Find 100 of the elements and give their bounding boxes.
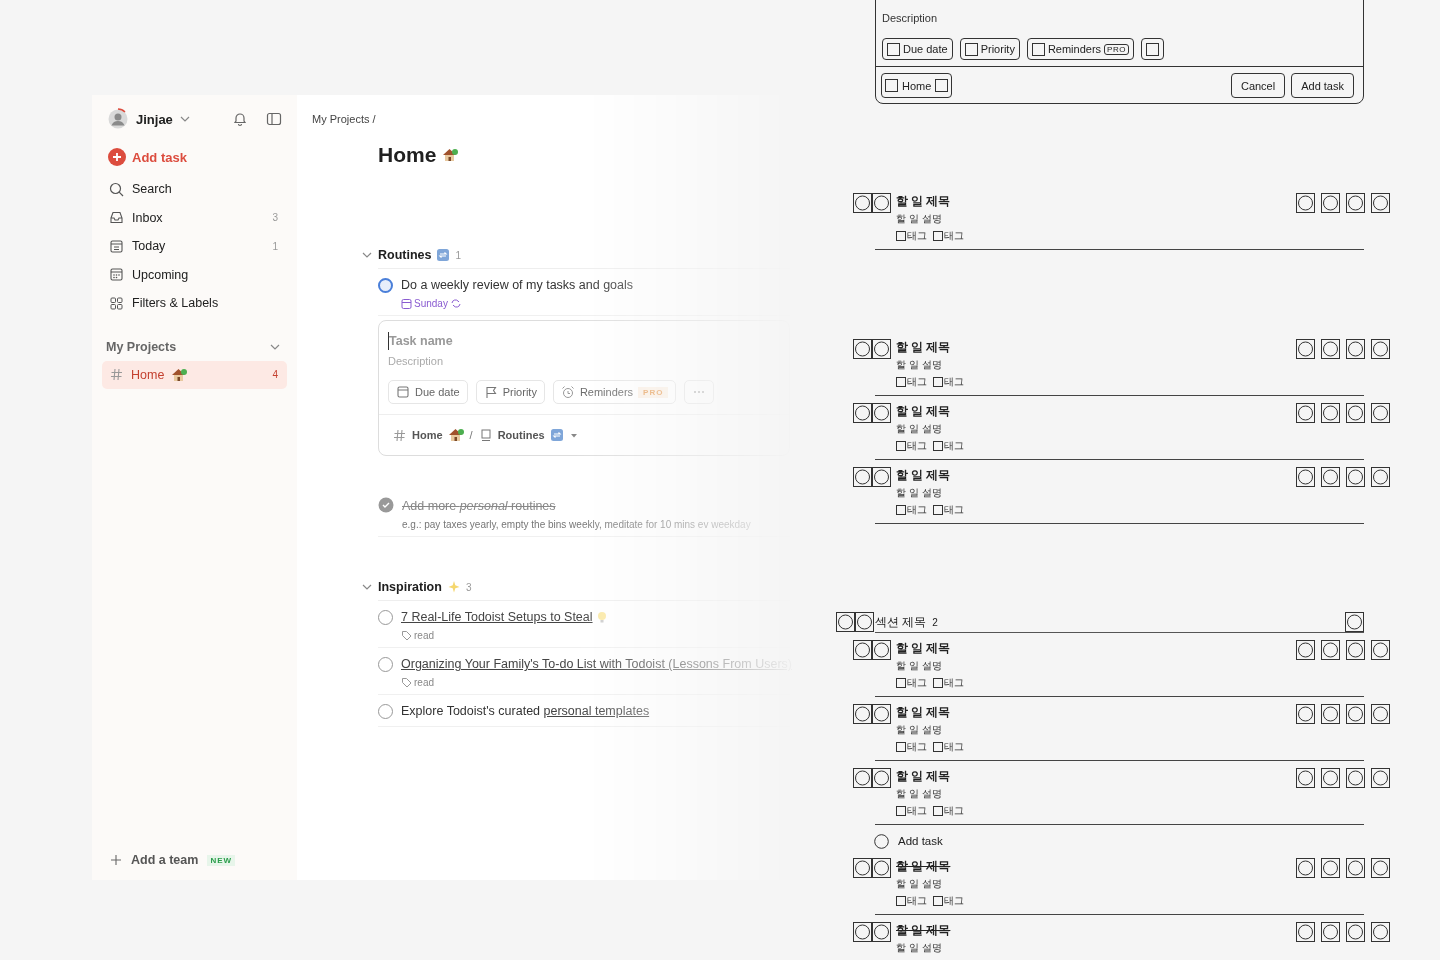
description-field[interactable]: Description xyxy=(388,353,588,369)
square-icon xyxy=(896,742,906,752)
section-heading: My Projects xyxy=(106,339,177,354)
placeholder-icon[interactable] xyxy=(872,922,891,942)
placeholder-icon[interactable] xyxy=(872,640,891,660)
placeholder-icon[interactable] xyxy=(1371,704,1390,724)
placeholder-icon[interactable] xyxy=(1346,339,1365,359)
placeholder-icon[interactable] xyxy=(872,768,891,788)
placeholder-icon[interactable] xyxy=(1371,403,1390,423)
placeholder-icon[interactable] xyxy=(1346,704,1365,724)
chip-button[interactable]: Due date xyxy=(882,38,953,60)
placeholder-icon[interactable] xyxy=(1296,922,1315,942)
placeholder-icon[interactable] xyxy=(1321,403,1340,423)
placeholder-icon[interactable] xyxy=(853,858,872,878)
nav-item[interactable]: Filters & Labels xyxy=(102,289,287,318)
placeholder-icon[interactable] xyxy=(853,467,872,487)
breadcrumb[interactable]: My Projects / xyxy=(312,111,800,127)
project-item[interactable]: Home 4 xyxy=(102,360,287,389)
placeholder-icon[interactable] xyxy=(1371,858,1390,878)
add-team-button[interactable]: Add a team NEW xyxy=(102,850,287,870)
placeholder-icon[interactable] xyxy=(1321,768,1340,788)
placeholder-icon[interactable] xyxy=(1321,858,1340,878)
description-field[interactable]: Description xyxy=(882,11,1024,25)
placeholder-icon[interactable] xyxy=(1346,403,1365,423)
placeholder-icon[interactable] xyxy=(872,704,891,724)
nav-item[interactable]: Upcoming xyxy=(102,260,287,289)
placeholder-icon[interactable] xyxy=(1371,768,1390,788)
placeholder-icon[interactable] xyxy=(853,193,872,213)
chip-button[interactable]: Priority xyxy=(475,380,545,404)
placeholder-icon[interactable] xyxy=(1371,922,1390,942)
nav-item[interactable]: Search xyxy=(102,175,287,204)
placeholder-icon[interactable] xyxy=(1321,922,1340,942)
placeholder-icon[interactable] xyxy=(1321,339,1340,359)
placeholder-icon[interactable] xyxy=(1321,467,1340,487)
more-button[interactable] xyxy=(1140,38,1164,60)
placeholder-icon[interactable] xyxy=(1346,858,1365,878)
placeholder-icon[interactable] xyxy=(853,640,872,660)
chip-button[interactable]: Priority xyxy=(959,38,1020,60)
chip-button[interactable]: Reminders PRO xyxy=(552,380,677,404)
nav-item[interactable]: Today 1 xyxy=(102,232,287,261)
task-checkbox[interactable] xyxy=(378,278,393,293)
placeholder-icon[interactable] xyxy=(1346,467,1365,487)
square-icon xyxy=(896,896,906,906)
placeholder-icon[interactable] xyxy=(1346,768,1365,788)
placeholder-icon[interactable] xyxy=(1296,858,1315,878)
placeholder-icon[interactable] xyxy=(855,612,874,632)
placeholder-icon[interactable] xyxy=(872,858,891,878)
task-title: 할 일 제목 xyxy=(896,194,952,209)
placeholder-icon[interactable] xyxy=(1296,768,1315,788)
chip-button[interactable]: Due date xyxy=(388,380,468,404)
placeholder-icon[interactable] xyxy=(1296,640,1315,660)
add-task-button[interactable]: Add task xyxy=(874,831,1392,851)
house-icon xyxy=(447,427,464,443)
placeholder-icon[interactable] xyxy=(1346,640,1365,660)
nav-item[interactable]: Inbox 3 xyxy=(102,203,287,232)
link[interactable]: personal templates xyxy=(543,704,650,718)
checked-circle-icon[interactable] xyxy=(378,497,394,513)
sidebar-toggle-icon[interactable] xyxy=(266,111,282,127)
placeholder-icon[interactable] xyxy=(1296,339,1315,359)
section-title: Routines xyxy=(378,248,432,262)
task-title: Add more personal routines xyxy=(402,498,556,515)
placeholder-icon[interactable] xyxy=(853,922,872,942)
placeholder-icon[interactable] xyxy=(853,768,872,788)
placeholder-icon[interactable] xyxy=(853,704,872,724)
project-picker[interactable]: Home xyxy=(392,423,464,447)
placeholder-icon[interactable] xyxy=(1371,640,1390,660)
task-name-field[interactable]: Task name xyxy=(388,332,588,350)
avatar[interactable] xyxy=(107,108,129,130)
placeholder-icon[interactable] xyxy=(1321,193,1340,213)
add-task-button[interactable]: Add task xyxy=(102,143,287,171)
task-description: 할 일 설명 xyxy=(896,422,943,436)
placeholder-icon[interactable] xyxy=(1296,704,1315,724)
form-button[interactable]: Cancel xyxy=(1230,73,1286,98)
user-menu-button[interactable]: Jinjae xyxy=(129,107,192,131)
project-picker[interactable]: Home xyxy=(881,73,953,98)
placeholder-icon[interactable] xyxy=(1371,339,1390,359)
placeholder-icon[interactable] xyxy=(1296,467,1315,487)
placeholder-icon[interactable] xyxy=(1296,193,1315,213)
count: 1 xyxy=(455,249,462,261)
placeholder-icon[interactable] xyxy=(1346,193,1365,213)
placeholder-icon[interactable] xyxy=(872,339,891,359)
placeholder-icon[interactable] xyxy=(1296,403,1315,423)
placeholder-icon[interactable] xyxy=(1371,467,1390,487)
section-picker[interactable]: Routines xyxy=(478,423,579,447)
placeholder-icon[interactable] xyxy=(1345,612,1364,632)
placeholder-icon[interactable] xyxy=(836,612,855,632)
placeholder-icon[interactable] xyxy=(1371,193,1390,213)
form-button[interactable]: Add task xyxy=(1291,73,1354,98)
placeholder-icon[interactable] xyxy=(1346,922,1365,942)
placeholder-icon[interactable] xyxy=(1321,640,1340,660)
chip-button[interactable]: Reminders PRO xyxy=(1026,38,1134,60)
separator: / xyxy=(469,429,473,441)
task-link[interactable]: 7 Real-Life Todoist Setups to Steal xyxy=(401,608,593,626)
placeholder-icon[interactable] xyxy=(853,403,872,423)
placeholder-icon[interactable] xyxy=(872,193,891,213)
placeholder-icon[interactable] xyxy=(853,339,872,359)
placeholder-icon[interactable] xyxy=(1321,704,1340,724)
notifications-icon[interactable] xyxy=(232,111,248,127)
placeholder-icon[interactable] xyxy=(872,467,891,487)
placeholder-icon[interactable] xyxy=(872,403,891,423)
